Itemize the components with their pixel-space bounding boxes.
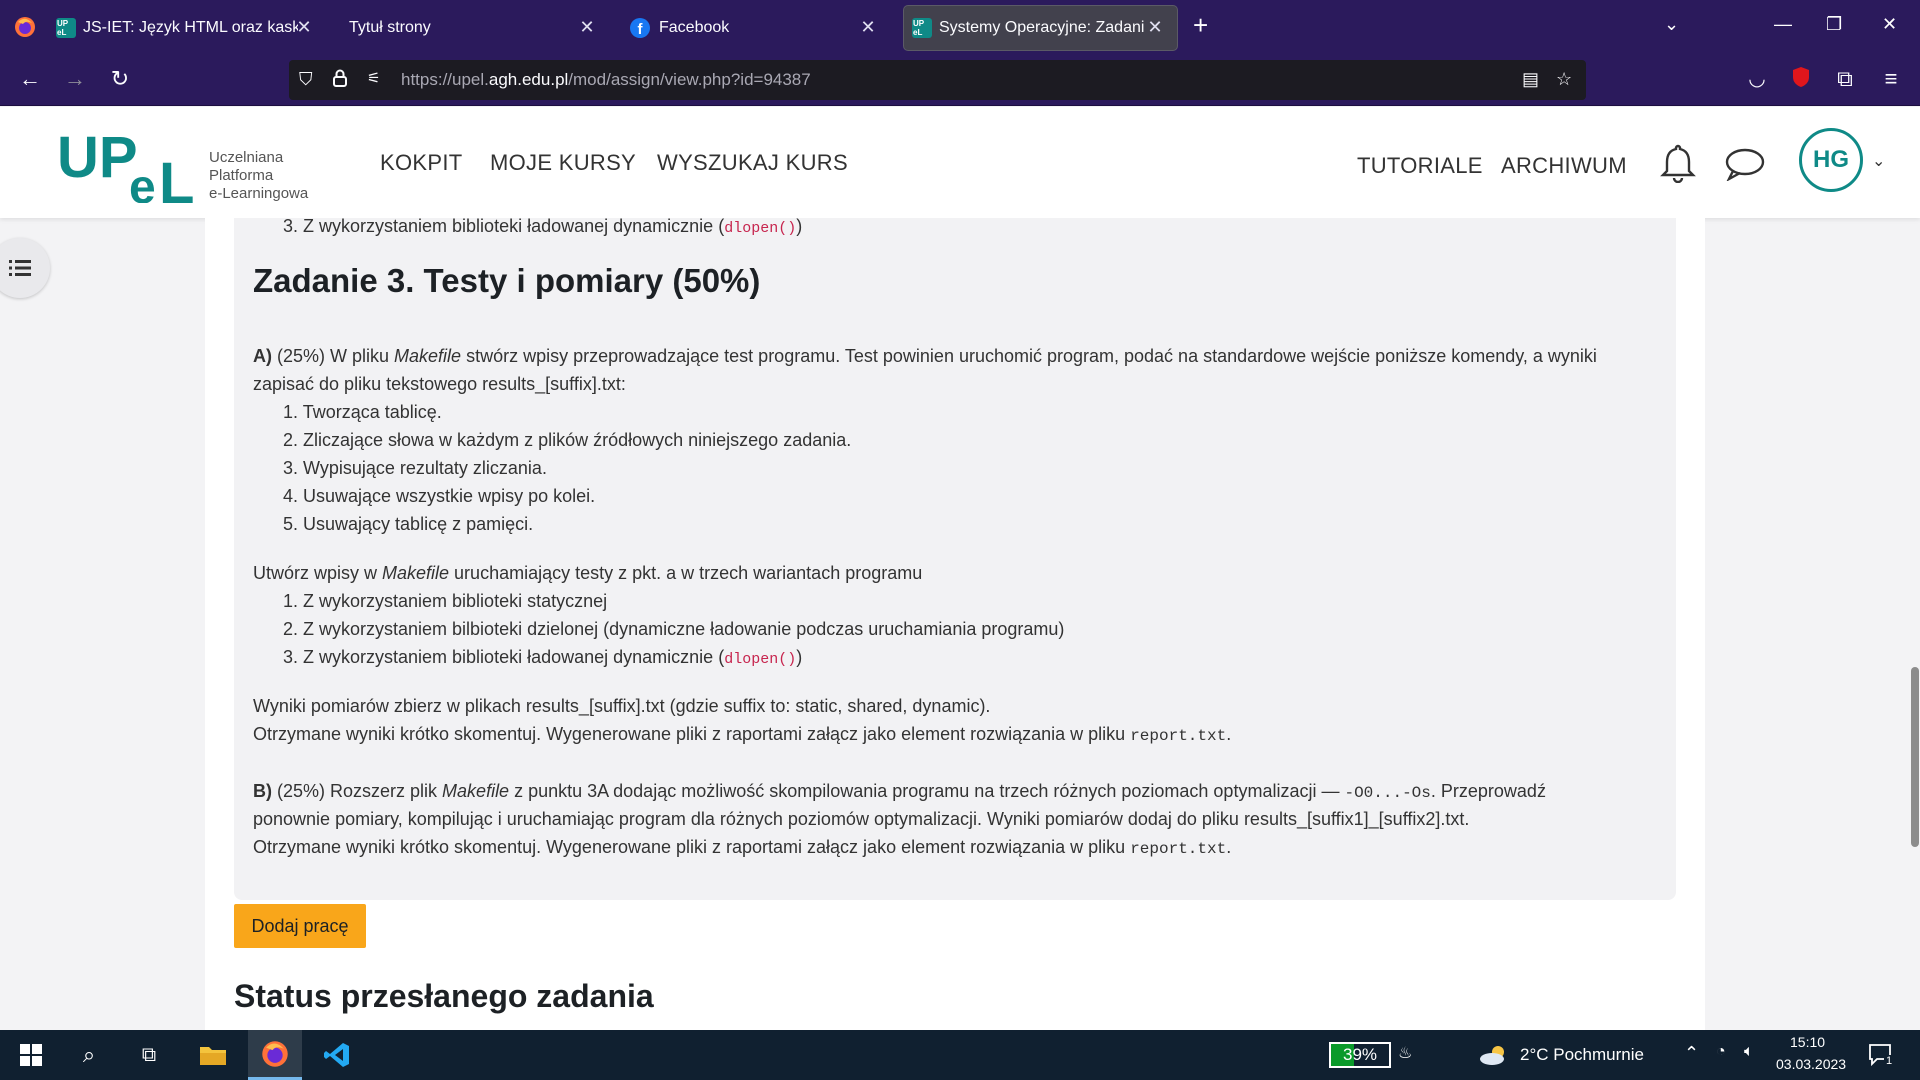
section-heading: Zadanie 3. Testy i pomiary (50%) bbox=[253, 262, 761, 299]
list-item: 3. Wypisujące rezultaty zliczania. bbox=[283, 458, 547, 478]
list-item: 1. Tworząca tablicę. bbox=[283, 402, 442, 422]
start-windows-icon[interactable] bbox=[4, 1030, 58, 1080]
list-item: 2. Z wykorzystaniem bilbioteki dzielonej… bbox=[283, 619, 1065, 639]
tab-facebook[interactable]: f Facebook ✕ bbox=[630, 6, 890, 50]
list-item: 4. Usuwające wszystkie wpisy po kolei. bbox=[283, 486, 596, 506]
close-tab-icon[interactable]: ✕ bbox=[1145, 17, 1165, 38]
clock-date[interactable]: 03.03.2023 bbox=[1776, 1056, 1846, 1072]
firefox-taskbar-icon[interactable] bbox=[248, 1030, 302, 1080]
tab-systemy-operacyjne[interactable]: UP eL Systemy Operacyjne: Zadania - ✕ bbox=[904, 6, 1177, 50]
permissions-icon[interactable]: ⚟ bbox=[367, 69, 380, 87]
windows-taskbar: ⌕ ⧉ 39% ♨ 2°C Pochmurnie ⌃ ◔ 🔈︎ 15:10 03… bbox=[0, 1030, 1920, 1080]
course-index-toggle[interactable] bbox=[0, 238, 50, 298]
nav-kokpit[interactable]: KOKPIT bbox=[380, 150, 463, 176]
extension-shield-icon[interactable] bbox=[1787, 66, 1815, 94]
close-tab-icon[interactable]: ✕ bbox=[294, 17, 314, 38]
close-tab-icon[interactable]: ✕ bbox=[858, 17, 878, 38]
upel-icon: UP eL bbox=[912, 18, 932, 38]
minimize-icon[interactable]: — bbox=[1774, 14, 1792, 35]
battery-indicator[interactable]: 39% bbox=[1329, 1042, 1391, 1068]
reload-icon[interactable]: ↻ bbox=[106, 66, 134, 92]
nav-archiwum[interactable]: ARCHIWUM bbox=[1501, 153, 1627, 179]
browser-tab-bar: UPeL JS-IET: Język HTML oraz kaskado ✕ T… bbox=[0, 0, 1920, 54]
back-icon[interactable]: ← bbox=[16, 66, 44, 92]
paragraph-a-line2: zapisać do pliku tekstowego results_[suf… bbox=[253, 374, 626, 394]
show-hidden-icons-icon[interactable]: ⌃ bbox=[1684, 1043, 1699, 1064]
nav-wyszukaj-kurs[interactable]: WYSZUKAJ KURS bbox=[657, 150, 848, 176]
file-explorer-icon[interactable] bbox=[186, 1030, 240, 1080]
battery-percent: 39% bbox=[1342, 1045, 1378, 1064]
paragraph-b-line1: B) (25%) Rozszerz plik Makefile z punktu… bbox=[253, 781, 1546, 802]
search-icon[interactable]: ⌕ bbox=[62, 1030, 116, 1080]
tab-title: Facebook bbox=[659, 19, 730, 36]
volume-icon[interactable]: 🔈︎ bbox=[1744, 1043, 1754, 1061]
paragraph-b-line2: ponownie pomiary, kompilując i uruchamia… bbox=[253, 809, 1470, 829]
list-item: 5. Usuwający tablicę z pamięci. bbox=[283, 514, 534, 534]
tab-title: Tytuł strony bbox=[349, 19, 431, 36]
shield-icon[interactable]: ⛉ bbox=[299, 69, 313, 90]
tab-js-iet[interactable]: UPeL JS-IET: Język HTML oraz kaskado ✕ bbox=[56, 6, 326, 50]
list-tabs-chevron-icon[interactable]: ⌄ bbox=[1664, 14, 1679, 35]
notification-count: 1 bbox=[1884, 1055, 1895, 1067]
forward-icon[interactable]: → bbox=[61, 66, 89, 92]
user-avatar[interactable]: HG bbox=[1799, 128, 1863, 192]
user-menu-chevron-icon[interactable]: ⌄ bbox=[1872, 151, 1885, 171]
extensions-icon[interactable]: ⧉ bbox=[1831, 66, 1859, 92]
list-icon bbox=[9, 260, 31, 276]
page-scrollbar[interactable] bbox=[1910, 218, 1920, 1030]
weather-text[interactable]: 2°C Pochmurnie bbox=[1520, 1045, 1644, 1065]
reader-view-icon[interactable]: ▤ bbox=[1522, 69, 1539, 90]
address-bar[interactable]: ⛉ ⚟ https://upel.agh.edu.pl/mod/assign/v… bbox=[289, 60, 1586, 100]
facebook-icon: f bbox=[630, 18, 650, 38]
tab-title: Systemy Operacyjne: Zadania - bbox=[939, 19, 1144, 36]
notifications-bell-icon[interactable] bbox=[1659, 143, 1697, 188]
vscode-icon[interactable] bbox=[310, 1030, 364, 1080]
results-paragraph-line1: Wyniki pomiarów zbierz w plikach results… bbox=[253, 696, 991, 716]
nav-moje-kursy[interactable]: MOJE KURSY bbox=[490, 150, 636, 176]
firefox-menu-icon[interactable] bbox=[10, 12, 40, 42]
pocket-icon[interactable]: ◡ bbox=[1743, 66, 1771, 91]
list-item: 2. Zliczające słowa w każdym z plików źr… bbox=[283, 430, 852, 450]
bookmark-star-icon[interactable]: ☆ bbox=[1556, 69, 1572, 90]
tab-title: JS-IET: Język HTML oraz kaskado bbox=[83, 19, 298, 36]
task-view-icon[interactable]: ⧉ bbox=[122, 1030, 176, 1080]
paragraph-a-line1: A) (25%) W pliku Makefile stwórz wpisy p… bbox=[253, 346, 1597, 366]
url-text[interactable]: https://upel.agh.edu.pl/mod/assign/view.… bbox=[401, 70, 811, 90]
tab-tytul-strony[interactable]: Tytuł strony ✕ bbox=[349, 6, 609, 50]
results-paragraph-line2: Otrzymane wyniki krótko skomentuj. Wygen… bbox=[253, 724, 1232, 745]
close-window-icon[interactable]: ✕ bbox=[1882, 14, 1897, 35]
svg-text:L: L bbox=[159, 151, 194, 203]
list-item: 1. Z wykorzystaniem biblioteki statyczne… bbox=[283, 591, 608, 611]
upel-logo[interactable]: UP e L Uczelniana Platforma e-Learningow… bbox=[57, 125, 327, 216]
upel-icon: UP eL bbox=[56, 18, 76, 38]
scrollbar-thumb[interactable] bbox=[1911, 667, 1919, 847]
new-tab-icon[interactable]: + bbox=[1193, 10, 1208, 41]
restore-icon[interactable]: ❐ bbox=[1826, 14, 1842, 35]
svg-text:e: e bbox=[129, 161, 156, 203]
svg-text:UP: UP bbox=[57, 125, 138, 190]
nav-tutoriale[interactable]: TUTORIALE bbox=[1357, 153, 1483, 179]
add-submission-button[interactable]: Dodaj pracę bbox=[234, 904, 366, 948]
site-header: UP e L Uczelniana Platforma e-Learningow… bbox=[0, 107, 1920, 218]
upel-logo-mark: UP e L bbox=[57, 125, 194, 216]
main-content: 3. Z wykorzystaniem biblioteki ładowanej… bbox=[205, 218, 1705, 1030]
messages-icon[interactable] bbox=[1724, 147, 1766, 186]
wifi-icon[interactable]: ◔ bbox=[1716, 1043, 1726, 1061]
lock-icon[interactable] bbox=[333, 69, 347, 92]
flame-icon[interactable]: ♨ bbox=[1398, 1043, 1412, 1063]
app-menu-icon[interactable]: ≡ bbox=[1877, 66, 1905, 92]
logo-subtitle: Uczelniana Platforma e-Learningowa bbox=[209, 149, 309, 202]
variants-paragraph: Utwórz wpisy w Makefile uruchamiający te… bbox=[253, 563, 923, 583]
paragraph-b-line3: Otrzymane wyniki krótko skomentuj. Wygen… bbox=[253, 837, 1232, 858]
close-tab-icon[interactable]: ✕ bbox=[577, 17, 597, 38]
list-item: 3. Z wykorzystaniem biblioteki ładowanej… bbox=[283, 218, 803, 237]
weather-cloud-icon[interactable] bbox=[1478, 1044, 1510, 1071]
submission-status-heading: Status przesłanego zadania bbox=[234, 978, 654, 1014]
browser-nav-bar: ← → ↻ ⛉ ⚟ https://upel.agh.edu.pl/mod/as… bbox=[0, 54, 1920, 106]
clock-time[interactable]: 15:10 bbox=[1790, 1034, 1825, 1050]
list-item: 3. Z wykorzystaniem biblioteki ładowanej… bbox=[283, 647, 803, 668]
